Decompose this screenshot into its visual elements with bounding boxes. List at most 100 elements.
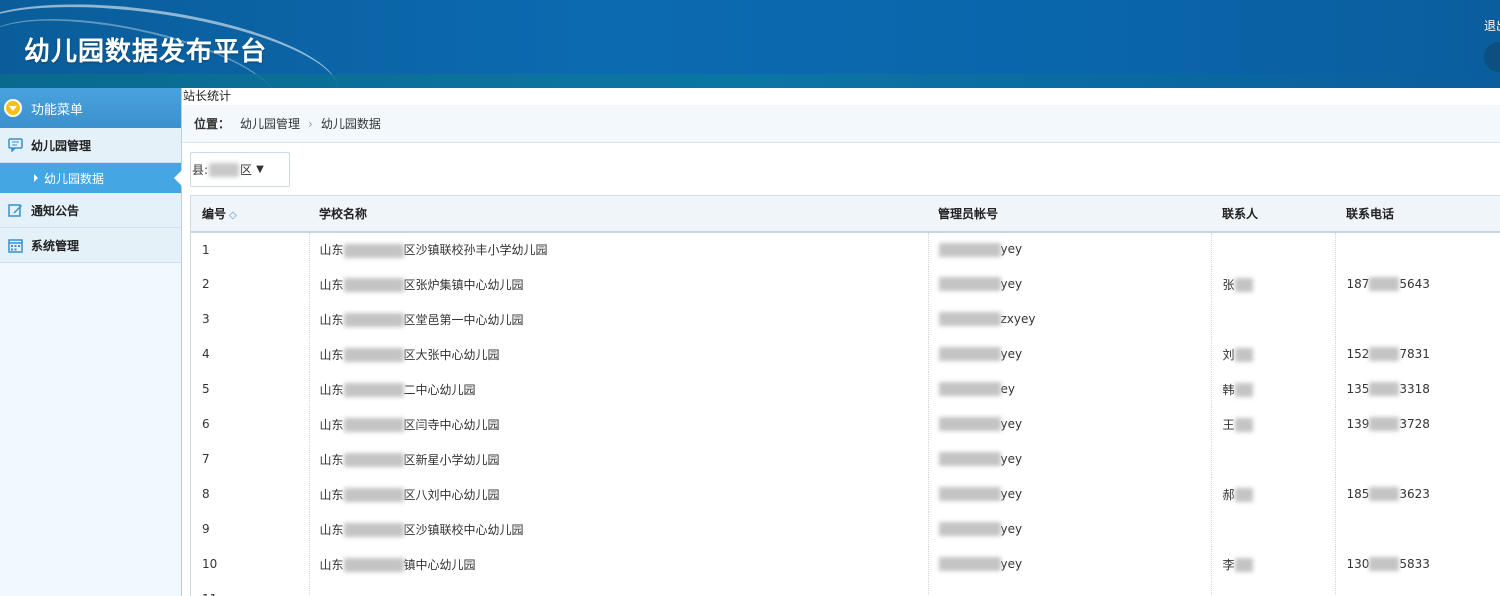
cell-contact: 王 <box>1211 406 1336 442</box>
cell-id: 2 <box>191 266 310 302</box>
table-row[interactable]: 4 山东 区大张中心幼儿园 yey 刘 152 7831 <box>191 336 1500 372</box>
breadcrumb: 位置： 幼儿园管理 › 幼儿园数据 <box>182 105 1500 143</box>
redacted-text <box>938 277 1001 292</box>
redacted-text <box>1234 488 1253 502</box>
redacted-text <box>938 312 1001 327</box>
cell-contact <box>1211 581 1336 596</box>
cell-admin-account: yey <box>928 336 1212 372</box>
cell-id: 11 <box>191 581 310 596</box>
table-row[interactable]: 7 山东 区新星小学幼儿园 yey <box>191 441 1500 477</box>
column-header-school-name: 学校名称 <box>309 195 928 233</box>
app-title: 幼儿园数据发布平台 <box>24 37 268 67</box>
app-header: 幼儿园数据发布平台 退出 <box>0 0 1500 88</box>
breadcrumb-separator-icon: › <box>308 116 313 131</box>
redacted-text <box>1234 558 1253 572</box>
redacted-text <box>209 162 240 177</box>
redacted-text <box>343 313 404 327</box>
table-row[interactable]: 11 <box>191 581 1500 596</box>
county-select[interactable]: 县: 区 ▼ <box>190 152 290 187</box>
cell-school-name[interactable]: 山东 二中心幼儿园 <box>309 371 929 407</box>
column-header-id[interactable]: 编号 ◇ <box>191 195 309 233</box>
redacted-text <box>938 347 1001 362</box>
cell-admin-account: ey <box>928 371 1212 407</box>
breadcrumb-item[interactable]: 幼儿园管理 <box>240 115 300 132</box>
cell-school-name[interactable]: 山东 区堂邑第一中心幼儿园 <box>309 301 929 337</box>
cell-school-name[interactable]: 山东 区沙镇联校中心幼儿园 <box>309 511 929 547</box>
cell-id: 9 <box>191 511 310 547</box>
cell-school-name[interactable]: 山东 区八刘中心幼儿园 <box>309 476 929 512</box>
county-select-value: 区 <box>240 163 253 177</box>
redacted-text <box>938 417 1001 432</box>
cell-id: 8 <box>191 476 310 512</box>
cell-school-name[interactable]: 山东 区沙镇联校孙丰小学幼儿园 <box>309 231 929 267</box>
redacted-text <box>1369 557 1400 572</box>
redacted-text <box>1369 277 1400 292</box>
table-row[interactable]: 9 山东 区沙镇联校中心幼儿园 yey <box>191 511 1500 547</box>
table-row[interactable]: 1 山东 区沙镇联校孙丰小学幼儿园 yey <box>191 231 1500 267</box>
cell-admin-account: yey <box>928 511 1212 547</box>
cell-school-name[interactable]: 山东 区新星小学幼儿园 <box>309 441 929 477</box>
redacted-text <box>938 522 1001 537</box>
redacted-text <box>938 242 1001 257</box>
redacted-text <box>343 418 404 432</box>
cell-phone: 185 3623 <box>1346 486 1430 502</box>
cell-phone: 130 5833 <box>1346 556 1430 572</box>
tab-site-stats[interactable]: 站长统计 <box>182 88 1500 105</box>
sort-icon[interactable]: ◇ <box>229 210 237 221</box>
sidebar-menu-title: 功能菜单 <box>31 102 84 118</box>
redacted-text <box>343 348 404 362</box>
header-strip <box>0 74 1500 88</box>
column-header-contact: 联系人 <box>1211 195 1335 233</box>
breadcrumb-item[interactable]: 幼儿园数据 <box>321 115 381 132</box>
cell-phone: 139 3728 <box>1346 416 1430 432</box>
redacted-text <box>343 243 404 258</box>
redacted-text <box>1234 348 1253 362</box>
cell-admin-account: yey <box>928 441 1212 477</box>
cell-contact <box>1211 511 1336 547</box>
cell-contact <box>1211 441 1336 477</box>
logout-link[interactable]: 退出 <box>1484 17 1500 34</box>
sidebar-item-kindergarten-data[interactable]: 幼儿园数据 <box>0 163 182 193</box>
table-row[interactable]: 2 山东 区张炉集镇中心幼儿园 yey 张 187 5643 <box>191 266 1500 302</box>
redacted-text <box>343 558 404 572</box>
cell-id: 5 <box>191 371 310 407</box>
redacted-text <box>1234 383 1253 397</box>
dropdown-arrow-icon: ▼ <box>256 164 264 175</box>
cell-school-name[interactable]: 山东 区张炉集镇中心幼儿园 <box>309 266 929 302</box>
table-row[interactable]: 8 山东 区八刘中心幼儿园 yey 郝 185 3623 <box>191 476 1500 512</box>
cell-phone <box>1335 442 1500 477</box>
cell-id: 3 <box>191 301 310 337</box>
cell-id: 6 <box>191 406 310 442</box>
column-header-phone: 联系电话 <box>1335 195 1500 233</box>
table-row[interactable]: 6 山东 区闫寺中心幼儿园 yey 王 139 3728 <box>191 406 1500 442</box>
sidebar-item-label: 系统管理 <box>31 238 80 253</box>
redacted-text <box>1369 487 1400 502</box>
cell-contact <box>1211 231 1336 267</box>
table-row[interactable]: 3 山东 区堂邑第一中心幼儿园 zxyey <box>191 301 1500 337</box>
table-header-row: 编号 ◇ 学校名称 管理员帐号 联系人 联系电话 <box>191 195 1500 233</box>
redacted-text <box>938 487 1001 502</box>
sidebar-item-system-management[interactable]: 系统管理 <box>0 228 181 263</box>
sidebar-menu-header[interactable]: 功能菜单 <box>0 88 181 128</box>
cell-phone <box>1335 582 1500 596</box>
cell-admin-account: yey <box>928 406 1212 442</box>
cell-admin-account: yey <box>928 476 1212 512</box>
table-row[interactable]: 10 山东 镇中心幼儿园 yey 李 130 5833 <box>191 546 1500 582</box>
sidebar-item-notices[interactable]: 通知公告 <box>0 193 181 228</box>
redacted-text <box>343 488 404 502</box>
table-row[interactable]: 5 山东 二中心幼儿园 ey 韩 135 3318 <box>191 371 1500 407</box>
cell-phone <box>1335 232 1500 267</box>
redacted-text <box>1369 417 1400 432</box>
cell-school-name[interactable]: 山东 区大张中心幼儿园 <box>309 336 929 372</box>
redacted-text <box>1234 278 1253 292</box>
calendar-icon <box>7 237 23 253</box>
sidebar-item-label: 幼儿园数据 <box>44 171 105 186</box>
cell-school-name[interactable] <box>309 581 929 596</box>
sidebar-item-kindergarten-management[interactable]: 幼儿园管理 <box>0 128 181 163</box>
redacted-text <box>343 278 404 292</box>
logout-button[interactable] <box>1484 42 1500 72</box>
cell-admin-account: yey <box>928 546 1212 582</box>
cell-school-name[interactable]: 山东 镇中心幼儿园 <box>309 546 929 582</box>
cell-school-name[interactable]: 山东 区闫寺中心幼儿园 <box>309 406 929 442</box>
redacted-text <box>1369 382 1400 397</box>
